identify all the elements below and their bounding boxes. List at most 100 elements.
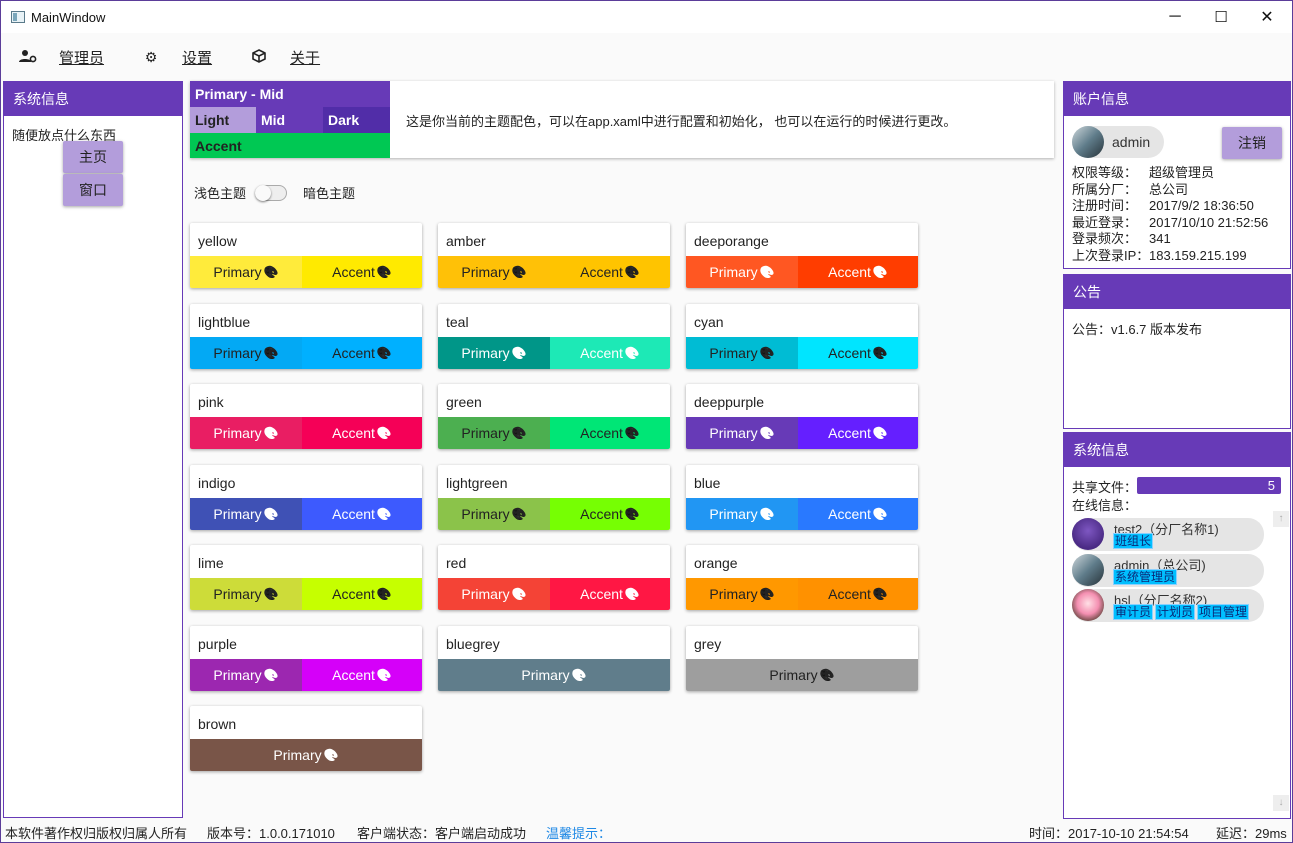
menu-admin[interactable]: 管理员 xyxy=(19,47,104,68)
notice-text: 公告：v1.6.7 版本发布 xyxy=(1072,322,1203,337)
palette-icon: 🎨 xyxy=(511,507,527,521)
primary-label: Primary xyxy=(213,586,262,602)
swatch-name: brown xyxy=(198,716,237,732)
palette-icon: 🎨 xyxy=(624,265,640,279)
swatch-name: lightblue xyxy=(198,314,251,330)
accent-swatch-button[interactable]: Accent 🎨 xyxy=(798,498,918,530)
primary-swatch-button[interactable]: Primary 🎨 xyxy=(190,337,302,369)
menu-bar: 管理员 ⚙ 设置 关于 xyxy=(1,33,1292,81)
accent-swatch-button[interactable]: Accent 🎨 xyxy=(550,337,670,369)
swatch-name: red xyxy=(446,555,467,571)
accent-swatch-button[interactable]: Accent 🎨 xyxy=(798,578,918,610)
primary-swatch-button[interactable]: Primary 🎨 xyxy=(190,256,302,288)
primary-swatch-button[interactable]: Primary 🎨 xyxy=(438,256,550,288)
status-tip: 温馨提示： xyxy=(546,826,612,841)
palette-icon: 🎨 xyxy=(759,346,775,360)
palette-icon: 🎨 xyxy=(759,426,775,440)
primary-swatch-button[interactable]: Primary 🎨 xyxy=(190,659,302,691)
primary-swatch-button[interactable]: Primary 🎨 xyxy=(190,417,302,449)
accent-label: Accent xyxy=(828,345,871,361)
accent-swatch-button[interactable]: Accent 🎨 xyxy=(798,417,918,449)
palette-icon: 🎨 xyxy=(376,507,392,521)
primary-swatch-button[interactable]: Primary 🎨 xyxy=(686,337,798,369)
primary-swatch-button[interactable]: Primary 🎨 xyxy=(438,659,670,691)
accent-swatch-button[interactable]: Accent 🎨 xyxy=(798,256,918,288)
status-version: 版本号：1.0.0.171010 xyxy=(207,826,335,841)
swatch-card-pink: pink Primary 🎨 Accent 🎨 xyxy=(190,384,422,449)
swatch-card-orange: orange Primary 🎨 Accent 🎨 xyxy=(686,545,918,610)
home-button[interactable]: 主页 xyxy=(63,141,123,173)
swatch-name: lime xyxy=(198,555,224,571)
accent-label: Accent xyxy=(580,345,623,361)
palette-icon: 🎨 xyxy=(819,668,835,682)
close-button[interactable]: ✕ xyxy=(1244,1,1290,33)
primary-swatch-button[interactable]: Primary 🎨 xyxy=(686,417,798,449)
primary-swatch-button[interactable]: Primary 🎨 xyxy=(190,739,422,771)
accent-swatch-button[interactable]: Accent 🎨 xyxy=(550,498,670,530)
primary-swatch-button[interactable]: Primary 🎨 xyxy=(686,659,918,691)
status-copyright: 本软件著作权归版权归属人所有 xyxy=(5,826,188,841)
palette-icon: 🎨 xyxy=(263,426,279,440)
online-user-roles: 系统管理员 xyxy=(1114,569,1177,584)
primary-swatch-button[interactable]: Primary 🎨 xyxy=(438,337,550,369)
accent-swatch-button[interactable]: Accent 🎨 xyxy=(798,337,918,369)
shared-files-bar: 5 xyxy=(1137,477,1281,494)
maximize-button[interactable]: ☐ xyxy=(1198,1,1244,33)
primary-swatch-button[interactable]: Primary 🎨 xyxy=(438,417,550,449)
primary-label: Primary xyxy=(521,667,570,683)
shared-files-label: 共享文件： xyxy=(1072,480,1138,495)
scroll-down-icon[interactable]: ↓ xyxy=(1273,795,1289,811)
menu-about[interactable]: 关于 xyxy=(250,47,320,68)
primary-swatch-button[interactable]: Primary 🎨 xyxy=(190,498,302,530)
accent-swatch-button[interactable]: Accent 🎨 xyxy=(302,337,422,369)
window-button[interactable]: 窗口 xyxy=(63,174,123,206)
online-user-item[interactable]: hsl（分厂名称2) 审计员 计划员 项目管理 xyxy=(1072,589,1264,622)
primary-swatch-button[interactable]: Primary 🎨 xyxy=(686,578,798,610)
accent-swatch-button[interactable]: Accent 🎨 xyxy=(550,417,670,449)
light-theme-label: 浅色主题 xyxy=(194,186,247,201)
swatch-card-red: red Primary 🎨 Accent 🎨 xyxy=(438,545,670,610)
palette-icon: 🎨 xyxy=(511,426,527,440)
accent-swatch-button[interactable]: Accent 🎨 xyxy=(302,659,422,691)
swatch-card-lightgreen: lightgreen Primary 🎨 Accent 🎨 xyxy=(438,465,670,530)
user-avatar xyxy=(1072,589,1104,621)
primary-swatch-button[interactable]: Primary 🎨 xyxy=(438,498,550,530)
theme-mid: Mid xyxy=(256,107,323,133)
swatch-card-yellow: yellow Primary 🎨 Accent 🎨 xyxy=(190,223,422,288)
primary-label: Primary xyxy=(709,264,758,280)
accent-swatch-button[interactable]: Accent 🎨 xyxy=(550,256,670,288)
logout-button[interactable]: 注销 xyxy=(1222,127,1282,159)
role-badge: 计划员 xyxy=(1156,605,1195,619)
theme-light: Light xyxy=(190,107,256,133)
menu-settings[interactable]: ⚙ 设置 xyxy=(142,47,212,68)
online-user-item[interactable]: admin（总公司) 系统管理员 xyxy=(1072,553,1264,587)
palette-icon: 🎨 xyxy=(511,265,527,279)
primary-label: Primary xyxy=(709,345,758,361)
accent-swatch-button[interactable]: Accent 🎨 xyxy=(302,578,422,610)
accent-swatch-button[interactable]: Accent 🎨 xyxy=(302,417,422,449)
palette-icon: 🎨 xyxy=(376,265,392,279)
accent-label: Accent xyxy=(332,586,375,602)
palette-icon: 🎨 xyxy=(263,668,279,682)
theme-dark: Dark xyxy=(323,107,390,133)
primary-swatch-button[interactable]: Primary 🎨 xyxy=(438,578,550,610)
primary-label: Primary xyxy=(461,506,510,522)
online-user-item[interactable]: test2（分厂名称1) 班组长 xyxy=(1072,518,1264,551)
primary-swatch-button[interactable]: Primary 🎨 xyxy=(686,498,798,530)
primary-label: Primary xyxy=(213,264,262,280)
online-user-roles: 审计员 计划员 项目管理 xyxy=(1114,605,1249,619)
theme-switch[interactable] xyxy=(255,184,288,201)
accent-swatch-button[interactable]: Accent 🎨 xyxy=(550,578,670,610)
primary-label: Primary xyxy=(461,586,510,602)
left-panel-title: 系统信息 xyxy=(4,82,182,116)
accent-label: Accent xyxy=(580,264,623,280)
primary-swatch-button[interactable]: Primary 🎨 xyxy=(190,578,302,610)
minimize-button[interactable]: ─ xyxy=(1152,1,1198,33)
account-row-value: 183.159.215.199 xyxy=(1149,248,1247,263)
accent-swatch-button[interactable]: Accent 🎨 xyxy=(302,498,422,530)
palette-icon: 🎨 xyxy=(872,587,888,601)
accent-label: Accent xyxy=(828,506,871,522)
accent-swatch-button[interactable]: Accent 🎨 xyxy=(302,256,422,288)
primary-swatch-button[interactable]: Primary 🎨 xyxy=(686,256,798,288)
scroll-up-icon[interactable]: ↑ xyxy=(1273,511,1289,527)
